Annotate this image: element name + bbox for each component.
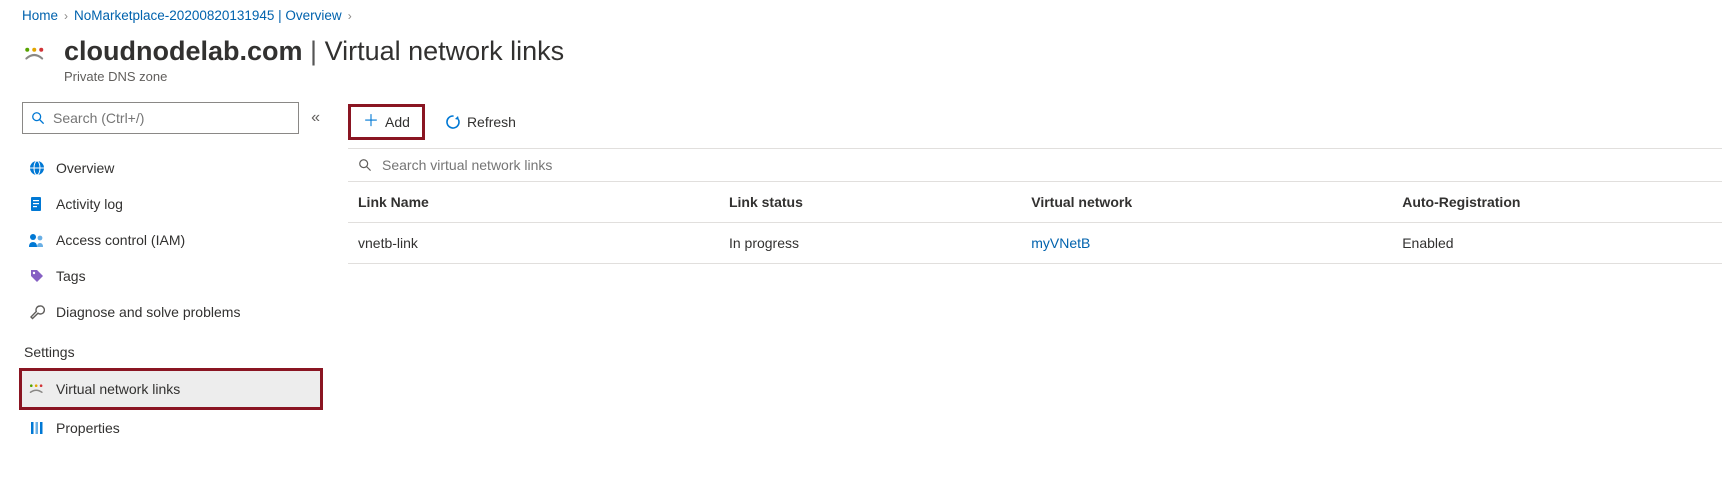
col-auto-registration[interactable]: Auto-Registration: [1392, 182, 1722, 223]
sidebar-search-input[interactable]: [51, 109, 290, 127]
people-icon: [28, 231, 46, 249]
sidebar-item-label: Overview: [56, 160, 114, 176]
add-button-label: Add: [385, 114, 410, 130]
main-search[interactable]: [348, 148, 1722, 182]
sidebar-item-vnet-links[interactable]: Virtual network links: [22, 371, 320, 407]
wrench-icon: [28, 303, 46, 321]
sidebar-item-label: Activity log: [56, 196, 123, 212]
tag-icon: [28, 267, 46, 285]
sidebar-item-overview[interactable]: Overview: [22, 150, 320, 186]
sidebar-search[interactable]: [22, 102, 299, 134]
plus-icon: ＋: [363, 114, 379, 130]
breadcrumb: Home › NoMarketplace-20200820131945 | Ov…: [22, 8, 1722, 23]
page-title: cloudnodelab.com | Virtual network links: [64, 35, 564, 67]
highlight-vnet-links: Virtual network links: [19, 368, 323, 410]
col-link-name[interactable]: Link Name: [348, 182, 719, 223]
refresh-icon: [445, 114, 461, 130]
sidebar-item-activity-log[interactable]: Activity log: [22, 186, 320, 222]
page-subtitle: Private DNS zone: [64, 69, 564, 84]
cell-link-name: vnetb-link: [348, 223, 719, 264]
chevron-right-icon: ›: [64, 9, 68, 23]
log-icon: [28, 195, 46, 213]
search-icon: [358, 158, 372, 172]
refresh-button-label: Refresh: [467, 114, 516, 130]
main-content: ＋ Add Refresh: [320, 102, 1722, 264]
sidebar-collapse-button[interactable]: «: [311, 109, 320, 127]
dns-zone-icon: [22, 41, 50, 69]
sidebar-item-access-control[interactable]: Access control (IAM): [22, 222, 320, 258]
breadcrumb-resource-group[interactable]: NoMarketplace-20200820131945 | Overview: [74, 8, 342, 23]
sidebar-item-properties[interactable]: Properties: [22, 410, 320, 446]
sidebar-item-label: Tags: [56, 268, 86, 284]
globe-icon: [28, 159, 46, 177]
sidebar-item-label: Virtual network links: [56, 381, 180, 397]
toolbar: ＋ Add Refresh: [348, 102, 1722, 142]
cell-virtual-network[interactable]: myVNetB: [1021, 223, 1392, 264]
page-title-blade: Virtual network links: [325, 36, 565, 66]
sidebar-item-tags[interactable]: Tags: [22, 258, 320, 294]
search-icon: [31, 111, 45, 125]
vnet-links-table: Link Name Link status Virtual network Au…: [348, 182, 1722, 264]
col-link-status[interactable]: Link status: [719, 182, 1021, 223]
chevron-right-icon: ›: [348, 9, 352, 23]
sidebar-item-diagnose[interactable]: Diagnose and solve problems: [22, 294, 320, 330]
refresh-button[interactable]: Refresh: [433, 105, 528, 139]
sidebar-item-label: Diagnose and solve problems: [56, 304, 240, 320]
table-header-row: Link Name Link status Virtual network Au…: [348, 182, 1722, 223]
page-title-resource: cloudnodelab.com: [64, 36, 303, 66]
breadcrumb-home[interactable]: Home: [22, 8, 58, 23]
sidebar-heading-settings: Settings: [22, 330, 320, 368]
main-search-input[interactable]: [380, 156, 1712, 174]
properties-icon: [28, 419, 46, 437]
page-title-row: cloudnodelab.com | Virtual network links…: [22, 35, 1722, 84]
col-virtual-network[interactable]: Virtual network: [1021, 182, 1392, 223]
sidebar-item-label: Access control (IAM): [56, 232, 185, 248]
sidebar: « Overview Activity log Access control (…: [22, 102, 320, 446]
highlight-add: ＋ Add: [348, 104, 425, 140]
link-icon: [28, 380, 46, 398]
cell-link-status: In progress: [719, 223, 1021, 264]
cell-auto-registration: Enabled: [1392, 223, 1722, 264]
sidebar-item-label: Properties: [56, 420, 120, 436]
table-row[interactable]: vnetb-link In progress myVNetB Enabled: [348, 223, 1722, 264]
add-button[interactable]: ＋ Add: [351, 107, 422, 137]
